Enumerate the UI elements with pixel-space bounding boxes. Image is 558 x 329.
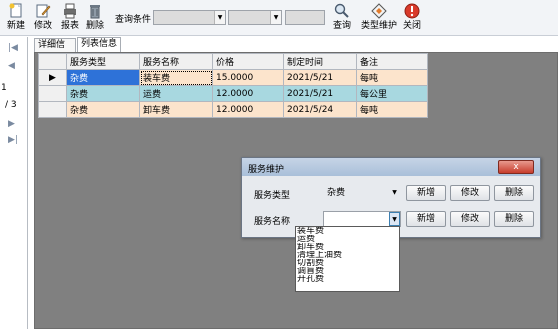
toolbar: 新建 修改 报表 删除 查询条件 ▼ ▼ 查询 类型维护 关闭 bbox=[0, 0, 558, 36]
name-add-button[interactable]: 新增 bbox=[406, 211, 446, 227]
close-button-label: 关闭 bbox=[402, 21, 421, 31]
dropdown-option[interactable]: 清理上油费 bbox=[296, 251, 399, 259]
table-row[interactable]: 杂费 卸车费 12.0000 2021/5/24 每吨 bbox=[38, 101, 428, 118]
chevron-down-icon[interactable]: ▼ bbox=[389, 212, 400, 226]
chevron-down-icon: ▼ bbox=[214, 11, 225, 24]
column-header[interactable]: 服务类型 bbox=[66, 53, 140, 70]
last-record-icon[interactable]: ▶| bbox=[8, 135, 18, 145]
dropdown-option[interactable]: 运费 bbox=[296, 235, 399, 243]
type-delete-button[interactable]: 删除 bbox=[494, 185, 534, 201]
search-button-label: 查询 bbox=[332, 21, 351, 31]
first-record-icon[interactable]: |◀ bbox=[8, 43, 18, 53]
type-maintenance-icon bbox=[371, 3, 387, 19]
edit-icon bbox=[36, 4, 51, 18]
dropdown-option[interactable]: 卸车费 bbox=[296, 243, 399, 251]
service-name-label: 服务名称 bbox=[254, 217, 291, 227]
query-value-input[interactable] bbox=[285, 10, 325, 25]
service-type-value: 杂费 bbox=[327, 188, 346, 198]
dropdown-option[interactable]: 装车费 bbox=[296, 227, 399, 235]
dropdown-option[interactable]: 开孔费 bbox=[296, 275, 399, 283]
dialog-close-button[interactable]: x bbox=[498, 160, 534, 174]
column-header[interactable]: 服务名称 bbox=[139, 53, 213, 70]
query-field-select[interactable]: ▼ bbox=[153, 10, 226, 25]
table-cell[interactable]: 2021/5/21 bbox=[283, 85, 357, 102]
edit-button[interactable]: 修改 bbox=[30, 2, 56, 34]
table-cell[interactable]: 2021/5/24 bbox=[283, 101, 357, 118]
dialog-title: 服务维护 bbox=[248, 165, 285, 175]
column-header[interactable]: 价格 bbox=[212, 53, 284, 70]
search-button[interactable]: 查询 bbox=[329, 2, 355, 34]
chevron-down-icon: ▼ bbox=[392, 189, 397, 196]
new-button[interactable]: 新建 bbox=[3, 2, 29, 34]
table-cell[interactable]: 2021/5/21 bbox=[283, 69, 357, 86]
table-cell[interactable]: 运费 bbox=[139, 85, 213, 102]
table-cell[interactable]: 杂费 bbox=[66, 101, 140, 118]
row-selector[interactable] bbox=[38, 101, 67, 118]
table-cell[interactable]: 每吨 bbox=[356, 101, 428, 118]
row-selector[interactable] bbox=[38, 85, 67, 102]
type-edit-button[interactable]: 修改 bbox=[450, 185, 490, 201]
query-operator-select[interactable]: ▼ bbox=[228, 10, 282, 25]
type-maintenance-button-label: 类型维护 bbox=[360, 21, 397, 31]
service-name-dropdown-list: 装车费 运费 卸车费 清理上油费 切割费 调盲费 开孔费 bbox=[295, 226, 400, 292]
type-add-button[interactable]: 新增 bbox=[406, 185, 446, 201]
name-edit-button[interactable]: 修改 bbox=[450, 211, 490, 227]
page-number-input[interactable]: 1 bbox=[1, 83, 7, 93]
table-cell[interactable]: 每公里 bbox=[356, 85, 428, 102]
delete-button-label: 删除 bbox=[85, 21, 104, 31]
report-icon bbox=[64, 3, 76, 19]
dropdown-option[interactable]: 切割费 bbox=[296, 259, 399, 267]
name-delete-button[interactable]: 删除 bbox=[494, 211, 534, 227]
service-type-select[interactable]: 杂费 ▼ bbox=[323, 185, 401, 201]
type-maintenance-button[interactable]: 类型维护 bbox=[359, 2, 399, 34]
page-total: / 3 bbox=[5, 100, 17, 110]
table-row[interactable]: ▶ 杂费 装车费 15.0000 2021/5/21 每吨 bbox=[38, 69, 428, 86]
table-cell[interactable]: 每吨 bbox=[356, 69, 428, 86]
table-row[interactable]: 杂费 运费 12.0000 2021/5/21 每公里 bbox=[38, 85, 428, 102]
table-cell[interactable]: 杂费 bbox=[66, 85, 140, 102]
previous-record-icon[interactable]: ◀ bbox=[8, 61, 15, 71]
table-cell[interactable]: 15.0000 bbox=[212, 69, 284, 86]
column-header[interactable]: 制定时间 bbox=[283, 53, 357, 70]
dialog-title-bar[interactable]: 服务维护 x bbox=[242, 158, 540, 176]
service-table: 服务类型 服务名称 价格 制定时间 备注 ▶ 杂费 装车费 15.0000 20… bbox=[38, 53, 428, 118]
tab-detail-info[interactable]: 详细信息 bbox=[34, 38, 76, 63]
delete-button[interactable]: 删除 bbox=[82, 2, 108, 34]
table-cell[interactable]: 装车费 bbox=[139, 69, 213, 86]
close-icon bbox=[404, 3, 420, 19]
table-header-row: 服务类型 服务名称 价格 制定时间 备注 bbox=[38, 53, 428, 70]
table-cell[interactable]: 卸车费 bbox=[139, 101, 213, 118]
column-header[interactable]: 备注 bbox=[356, 53, 428, 70]
delete-icon bbox=[90, 5, 100, 19]
current-row-indicator-icon: ▶ bbox=[38, 69, 67, 86]
service-type-label: 服务类型 bbox=[254, 191, 291, 201]
search-icon bbox=[334, 3, 349, 18]
query-condition-label: 查询条件 bbox=[115, 15, 152, 25]
record-navigator: |◀ ◀ 1 / 3 ▶ ▶| bbox=[0, 37, 28, 329]
chevron-down-icon: ▼ bbox=[270, 11, 281, 24]
table-cell[interactable]: 12.0000 bbox=[212, 85, 284, 102]
new-button-label: 新建 bbox=[6, 21, 25, 31]
report-button[interactable]: 报表 bbox=[57, 2, 83, 34]
service-name-select[interactable]: ▼ bbox=[323, 211, 401, 227]
close-button[interactable]: 关闭 bbox=[399, 2, 425, 34]
dropdown-option[interactable]: 调盲费 bbox=[296, 267, 399, 275]
new-icon bbox=[9, 3, 22, 18]
table-cell[interactable]: 12.0000 bbox=[212, 101, 284, 118]
edit-button-label: 修改 bbox=[33, 21, 52, 31]
tab-list-info[interactable]: 列表信息 bbox=[77, 37, 121, 52]
table-cell[interactable]: 杂费 bbox=[66, 69, 140, 86]
report-button-label: 报表 bbox=[60, 21, 79, 31]
next-record-icon[interactable]: ▶ bbox=[8, 119, 15, 129]
row-selector-header bbox=[38, 53, 67, 70]
